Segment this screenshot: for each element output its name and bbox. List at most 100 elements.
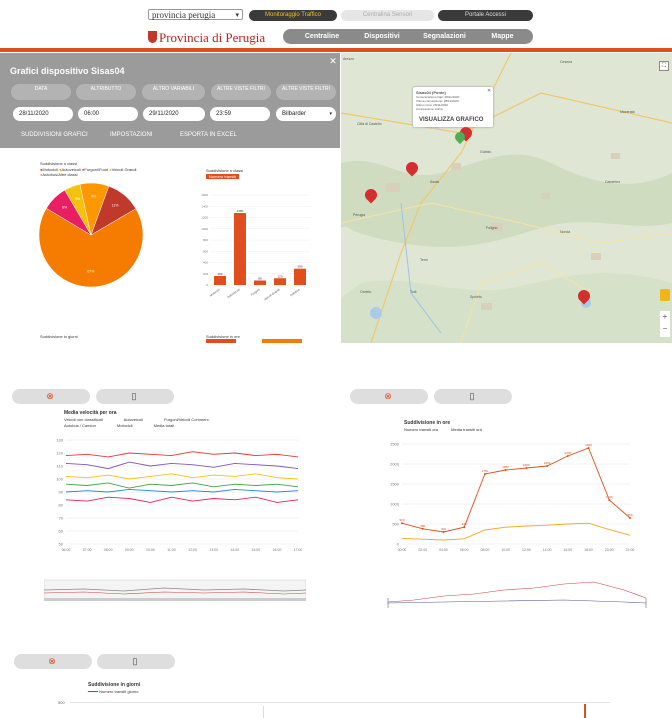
export-chart-button[interactable]: ▯ (434, 389, 512, 404)
series-line (65, 451, 299, 458)
nav-centraline[interactable]: Centraline (297, 29, 347, 44)
pegman-icon[interactable] (660, 289, 670, 301)
site-logo[interactable]: Provincia di Perugia (148, 30, 265, 46)
pie-legend: ●Motocicli ●Autoveicoli ●Furgoni/Fuori ●… (40, 167, 160, 177)
popup-close-icon[interactable]: ✕ (487, 88, 491, 94)
daily-legend: Numero transiti giorno (88, 689, 138, 694)
nav-dispositivi[interactable]: Dispositivi (357, 29, 407, 44)
export-chart-button[interactable]: ▯ (96, 389, 174, 404)
bar-ytick: 400 (203, 261, 208, 265)
data-label: 1950 (544, 461, 551, 465)
filter-tab-3[interactable]: ALTRO VARIABILI (142, 84, 205, 100)
map-place-label: Arezzo (343, 57, 354, 61)
end-date-field[interactable]: 29/11/2020 (143, 107, 205, 121)
daily-bar (584, 704, 586, 718)
data-label: 2400 (585, 443, 592, 447)
fullscreen-icon[interactable]: ⛶ (659, 61, 669, 71)
pie-legend-item: Autobus/Altre classi (42, 172, 78, 177)
x-tick-label: 14:00 (230, 548, 239, 552)
reset-zoom-button[interactable]: ⊗ (12, 389, 90, 404)
speed-legend-item: Autobus / Camion (64, 423, 96, 428)
bar (214, 276, 226, 285)
start-time-field[interactable]: 06:00 (78, 107, 138, 121)
filter-tab-1[interactable]: DATA (11, 84, 71, 100)
hourly-line-chart: 2500 2000 1500 1000 500 000:00 02:00 04:00 06:00… (390, 442, 634, 553)
speed-chart-title: Media velocità per ora (64, 410, 117, 416)
map-place-label: Camerino (605, 180, 621, 184)
y-tick-label: 1000 (390, 502, 400, 507)
end-time-field[interactable]: 23:59 (210, 107, 270, 121)
x-tick-label: 18:00 (584, 548, 593, 552)
hours-legend-swatch (206, 339, 236, 343)
bar-ytick: 200 (203, 272, 208, 276)
nav-mappe[interactable]: Mappe (480, 29, 525, 44)
hourly-legend-item: Numero transiti ora (404, 427, 439, 432)
top-pill-2[interactable]: Centralina Sensori (341, 10, 434, 21)
pie-slice-label: 11% (112, 203, 119, 207)
top-pill-3[interactable]: Portale Accessi (438, 10, 533, 21)
nav-segnalazioni[interactable]: Segnalazioni (417, 29, 472, 44)
subdivide-button[interactable]: SUDDIVISIONI GRAFICI (21, 130, 88, 140)
daily-ytick: 500 (58, 700, 65, 705)
speed-line-chart: 130 120 110 100 90 80 70 60 5006:00 07:00 08:00 09:… (56, 438, 302, 553)
start-date-field[interactable]: 28/11/2020 (13, 107, 73, 121)
filter-tab-5[interactable]: ALTRE VISTE FILTRI (276, 84, 336, 100)
export-chart-button[interactable]: ▯ (97, 654, 175, 669)
data-label: 1100 (606, 495, 613, 499)
settings-button[interactable]: IMPOSTAZIONI (110, 130, 153, 140)
data-label: 520 (399, 518, 404, 522)
series-line (65, 473, 299, 480)
data-point (587, 447, 590, 449)
x-tick-label: 10:00 (146, 548, 155, 552)
x-tick-label: 10:00 (501, 548, 510, 552)
bar-value-label: 1280 (237, 209, 244, 213)
logo-text: Provincia di Perugia (159, 30, 266, 45)
document-icon: ▯ (131, 391, 137, 401)
map-place-label: Terni (420, 258, 428, 262)
bar-ytick: 1200 (201, 216, 208, 220)
reset-zoom-button[interactable]: ⊗ (14, 654, 92, 669)
y-tick-label: 120 (56, 451, 63, 456)
bar (274, 278, 286, 285)
daily-gridline (263, 706, 264, 718)
filter-tab-2[interactable]: ALTRIBUTTO (76, 84, 136, 100)
pie-chart: 11% 67% 8% 5% 9% (38, 182, 144, 288)
export-button[interactable]: ESPORTA IN EXCEL (180, 130, 237, 140)
speed-navigator[interactable] (44, 576, 306, 606)
data-point (546, 465, 549, 467)
bar-legend: Numero transiti (206, 174, 240, 179)
pie-slice-label: 9% (91, 195, 96, 199)
pie-legend-item: Veicoli Grandi (111, 167, 137, 172)
province-select[interactable]: provincia perugia ▾ (148, 9, 243, 20)
data-label: 1750 (482, 469, 489, 473)
x-tick-label: 00:00 (398, 548, 407, 552)
data-label: 1850 (502, 465, 509, 469)
y-tick-label: 500 (392, 522, 399, 527)
reset-icon: ⊗ (48, 656, 56, 666)
x-tick-label: 13:00 (209, 548, 218, 552)
y-tick-label: 50 (59, 542, 64, 547)
data-label: 380 (420, 524, 425, 528)
top-pill-1[interactable]: Monitoraggio Traffico (249, 10, 337, 21)
hourly-navigator[interactable] (384, 572, 654, 608)
zoom-control[interactable]: + − (660, 311, 670, 337)
close-icon[interactable]: ✕ (328, 56, 338, 66)
bar-category-label: Veicoli Grandi (263, 287, 281, 301)
filter-tab-4[interactable]: ALTRE VISTE FILTRI (211, 84, 271, 100)
crest-icon (148, 31, 157, 43)
reset-zoom-button[interactable]: ⊗ (350, 389, 428, 404)
y-tick-label: 80 (59, 503, 64, 508)
bar-category-label: Autobus (289, 287, 301, 297)
data-label: 650 (627, 513, 632, 517)
y-tick-label: 130 (56, 438, 63, 443)
x-tick-label: 02:00 (418, 548, 427, 552)
map-view[interactable]: ⛶ + − (341, 53, 672, 343)
series-line (65, 461, 299, 470)
view-chart-link[interactable]: VISUALIZZA GRAFICO (419, 117, 483, 123)
map-place-label: Gubbio (480, 150, 492, 154)
map-place-label: Cesena (560, 60, 573, 64)
pie-legend-item: Furgoni/Fuori (84, 167, 109, 172)
navigator-scrollbar[interactable] (44, 598, 306, 601)
days-label: Suddivisione in giorni (40, 334, 78, 339)
mode-select[interactable]: Bilbarder ▾ (276, 107, 336, 121)
